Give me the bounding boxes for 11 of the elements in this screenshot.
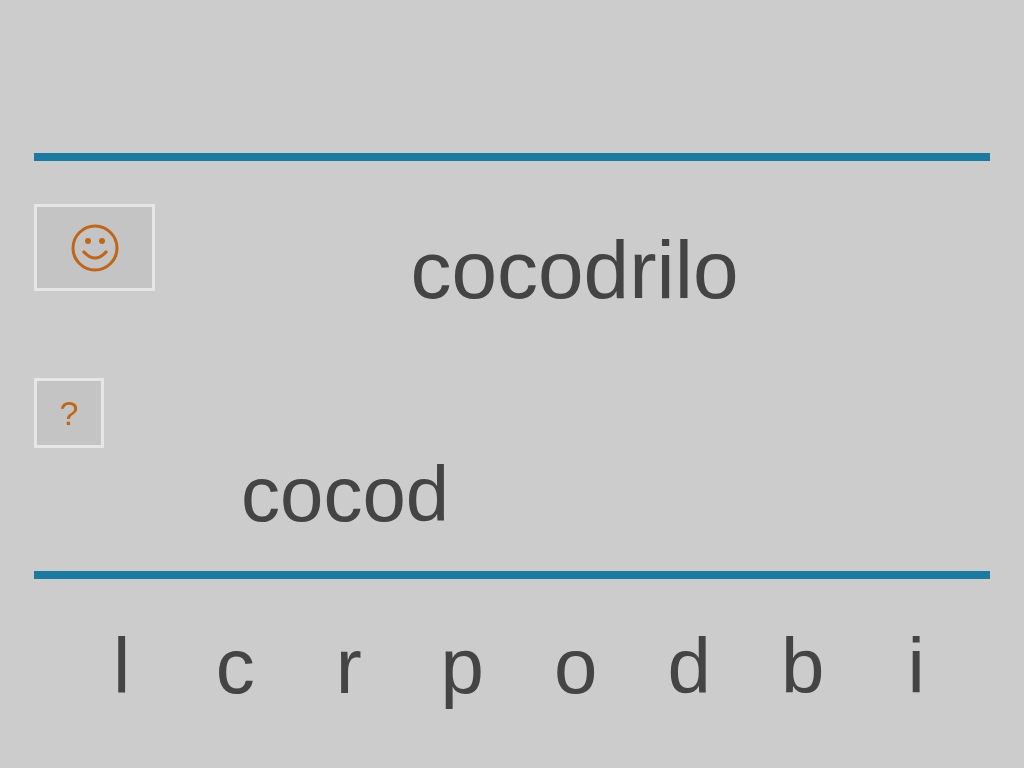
answer-text: cocod (241, 455, 451, 533)
letter-tile[interactable]: r (292, 627, 406, 705)
letter-tile[interactable]: l (65, 627, 179, 705)
letter-tile[interactable]: d (632, 627, 746, 705)
target-word: cocodrilo (409, 229, 740, 311)
letter-tile[interactable]: c (178, 627, 292, 705)
smiley-button[interactable] (34, 204, 155, 291)
letter-tile[interactable]: o (519, 627, 633, 705)
smiley-icon (69, 222, 120, 273)
letter-tile[interactable]: b (746, 627, 860, 705)
letter-tile[interactable]: i (859, 627, 973, 705)
